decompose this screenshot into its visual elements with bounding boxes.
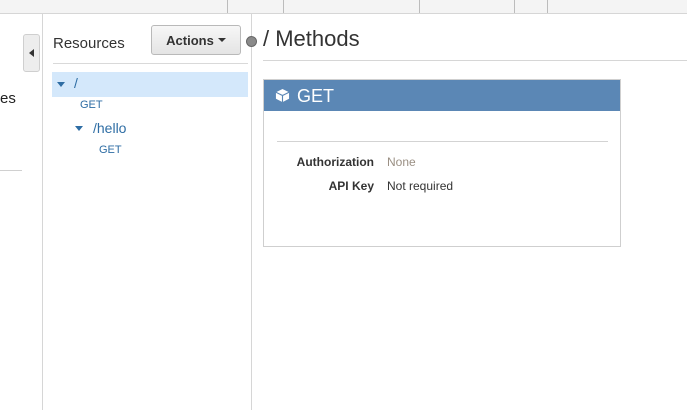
api-key-label: API Key: [328, 179, 374, 193]
toolbar-divider: [227, 0, 228, 13]
chevron-down-icon[interactable]: [75, 126, 83, 131]
cube-icon: [275, 88, 290, 103]
actions-button-label: Actions: [166, 32, 214, 48]
authorization-value[interactable]: None: [387, 155, 416, 169]
panel-divider[interactable]: [251, 14, 252, 410]
toolbar-divider: [283, 0, 284, 13]
resources-title: Resources: [53, 35, 125, 52]
method-panel-divider: [277, 141, 608, 142]
page-title-divider: [263, 60, 687, 61]
tree-item-hello[interactable]: /hello: [74, 119, 234, 139]
authorization-label: Authorization: [296, 155, 374, 169]
left-nav-divider: [0, 170, 22, 171]
tree-item-root-label: /: [74, 75, 78, 91]
chevron-down-icon[interactable]: [57, 82, 65, 87]
panel-divider: [42, 14, 43, 410]
toolbar-divider: [419, 0, 420, 13]
tree-method-hello-get[interactable]: GET: [99, 144, 122, 156]
api-key-value: Not required: [387, 179, 454, 193]
panel-resize-handle[interactable]: [246, 36, 257, 47]
toolbar-divider: [514, 0, 515, 13]
collapse-left-icon[interactable]: [23, 34, 40, 72]
page-title: / Methods: [263, 26, 360, 51]
left-navigation: es: [0, 14, 22, 410]
method-header: GET: [264, 80, 620, 111]
tree-item-root[interactable]: /: [52, 72, 248, 97]
toolbar-divider: [547, 0, 548, 13]
tree-method-root-get[interactable]: GET: [80, 99, 103, 111]
actions-button[interactable]: Actions: [151, 25, 241, 55]
caret-down-icon: [217, 38, 226, 42]
method-panel: GET Authorization None API Key Not requi…: [263, 79, 621, 247]
top-toolbar-strip: [0, 0, 687, 14]
method-header-label: GET: [297, 86, 335, 106]
resources-divider: [53, 63, 248, 64]
left-nav-item-partial[interactable]: es: [0, 90, 16, 107]
tree-item-hello-label: /hello: [93, 120, 127, 136]
